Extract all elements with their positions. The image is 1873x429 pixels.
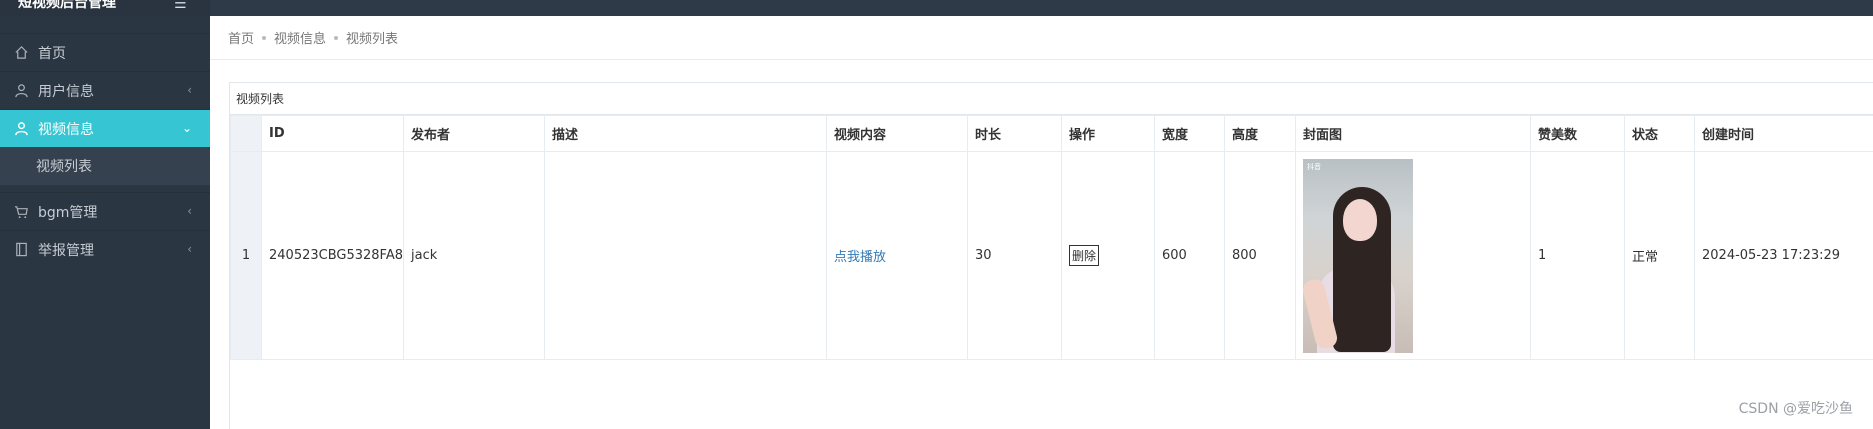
column-header: 高度 xyxy=(1224,115,1296,152)
chevron-left-icon: ‹ xyxy=(187,204,192,218)
column-header: 赞美数 xyxy=(1530,115,1625,152)
sidebar-item-label: bgm管理 xyxy=(38,204,98,221)
cell-video-content: 点我播放 xyxy=(826,151,968,360)
sidebar-item-home[interactable]: 首页 xyxy=(0,33,210,71)
column-header: 操作 xyxy=(1061,115,1155,152)
table-header-row: ID 发布者 描述 视频内容 时长 操作 宽度 高度 封面图 赞美数 状态 创建… xyxy=(230,115,1873,152)
cell-height: 800 xyxy=(1224,151,1296,360)
column-header: 描述 xyxy=(544,115,827,152)
cover-image: 抖音 xyxy=(1303,158,1413,353)
chevron-left-icon: ‹ xyxy=(187,242,192,256)
cell-description xyxy=(544,151,827,360)
column-header: 封面图 xyxy=(1295,115,1531,152)
sidebar-item-label: 视频信息 xyxy=(38,121,94,138)
column-header: 时长 xyxy=(967,115,1062,152)
brand: 短视频后台管理 ☰ xyxy=(0,0,210,16)
sidebar-item-bgm[interactable]: bgm管理 ‹ xyxy=(0,192,210,230)
column-header: 视频内容 xyxy=(826,115,968,152)
cover-logo: 抖音 xyxy=(1307,162,1321,171)
column-header: 状态 xyxy=(1624,115,1695,152)
breadcrumb-video-list: 视频列表 xyxy=(346,32,399,47)
breadcrumb-video-info[interactable]: 视频信息 xyxy=(274,28,326,47)
cell-width: 600 xyxy=(1154,151,1225,360)
sidebar: 首页 用户信息 ‹ 视频信息 ⌄ 视频列表 bgm管理 ‹ 举报管理 ‹ xyxy=(0,16,210,429)
column-header: 创建时间 xyxy=(1694,115,1873,152)
panel-title: 视频列表 xyxy=(230,83,1873,115)
video-table: ID 发布者 描述 视频内容 时长 操作 宽度 高度 封面图 赞美数 状态 创建… xyxy=(230,115,1873,360)
column-header: 发布者 xyxy=(403,115,545,152)
cell-id: 240523CBG5328FA8 xyxy=(261,151,404,360)
sidebar-item-label: 用户信息 xyxy=(38,83,94,100)
row-index: 1 xyxy=(230,151,262,360)
chevron-down-icon: ⌄ xyxy=(181,121,192,135)
watermark: CSDN @爱吃沙鱼 xyxy=(1738,401,1853,417)
breadcrumb-separator xyxy=(262,35,267,40)
sidebar-item-label: 举报管理 xyxy=(38,242,94,259)
delete-button[interactable]: 删除 xyxy=(1069,245,1100,266)
cover-figure-face xyxy=(1343,198,1377,241)
column-header: 宽度 xyxy=(1154,115,1225,152)
play-video-link[interactable]: 点我播放 xyxy=(834,250,886,265)
column-header-index xyxy=(230,115,262,152)
sidebar-item-label: 首页 xyxy=(38,45,66,62)
cell-likes: 1 xyxy=(1530,151,1625,360)
user-icon xyxy=(14,121,30,137)
main-content: 首页 视频信息 视频列表 视频列表 ID 发布者 描述 视频内容 时长 操作 宽… xyxy=(210,16,1873,429)
breadcrumb-separator xyxy=(334,35,339,40)
home-icon xyxy=(14,45,30,61)
cart-icon xyxy=(14,204,30,220)
top-bar xyxy=(0,0,1873,16)
user-icon xyxy=(14,83,30,99)
breadcrumb: 首页 视频信息 视频列表 xyxy=(210,16,1873,60)
cell-cover: 抖音 xyxy=(1295,151,1531,360)
table-row: 1 240523CBG5328FA8 jack 点我播放 30 删除 600 8… xyxy=(230,151,1873,360)
book-icon xyxy=(14,242,30,258)
sidebar-item-reports[interactable]: 举报管理 ‹ xyxy=(0,230,210,268)
sidebar-subitem-video-list[interactable]: 视频列表 xyxy=(0,147,210,185)
sidebar-item-user-info[interactable]: 用户信息 ‹ xyxy=(0,71,210,109)
sidebar-item-video-info[interactable]: 视频信息 ⌄ xyxy=(0,109,210,147)
video-list-panel: 视频列表 ID 发布者 描述 视频内容 时长 操作 宽度 高度 封面图 赞美数 … xyxy=(229,82,1873,429)
sidebar-item-label: 视频列表 xyxy=(36,159,92,175)
cell-created: 2024-05-23 17:23:29 xyxy=(1694,151,1873,360)
app-title: 短视频后台管理 xyxy=(18,0,116,11)
cell-status: 正常 xyxy=(1624,151,1695,360)
cell-duration: 30 xyxy=(967,151,1062,360)
cell-action: 删除 xyxy=(1061,151,1155,360)
breadcrumb-home[interactable]: 首页 xyxy=(228,28,254,47)
menu-toggle-icon[interactable]: ☰ xyxy=(174,0,187,12)
chevron-left-icon: ‹ xyxy=(187,83,192,97)
column-header: ID xyxy=(261,115,404,152)
cell-publisher: jack xyxy=(403,151,545,360)
